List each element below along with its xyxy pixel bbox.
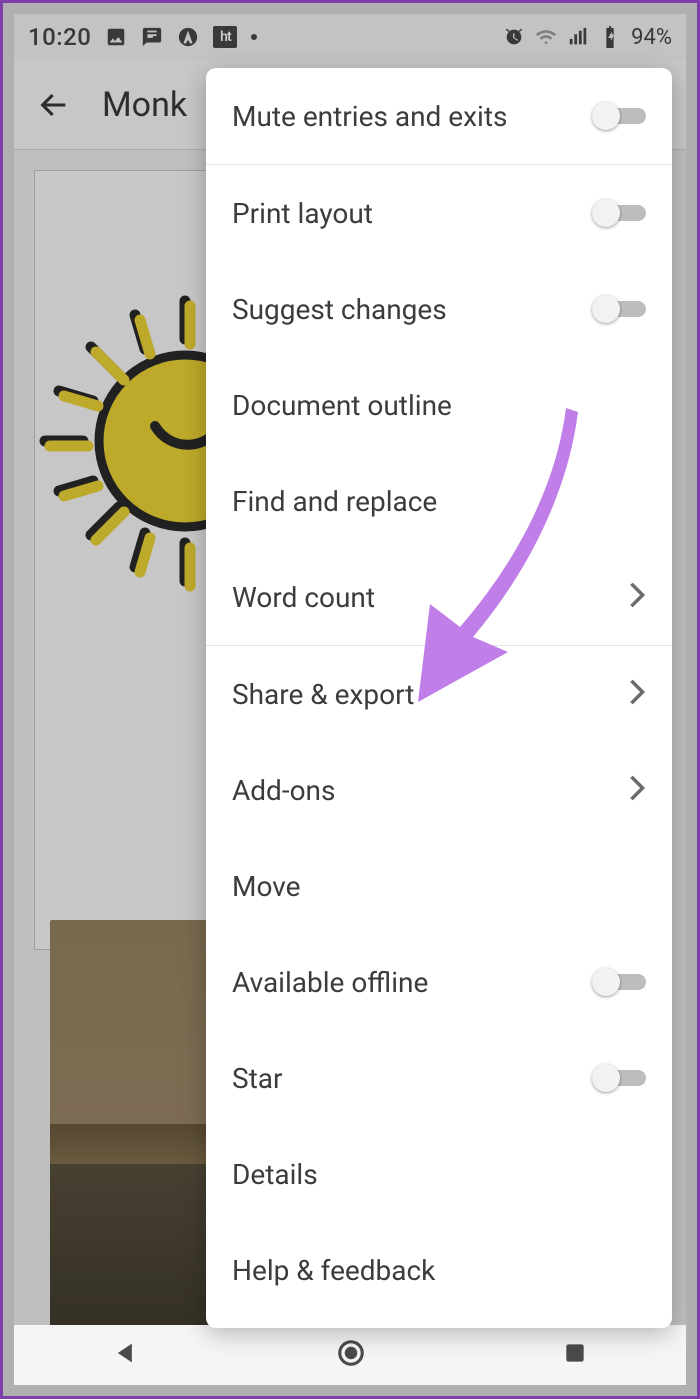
toggle-star[interactable]: [592, 1064, 646, 1092]
chevron-right-icon: [628, 581, 646, 613]
menu-share-export[interactable]: Share & export: [206, 646, 672, 742]
menu-label: Suggest changes: [232, 293, 447, 326]
menu-label: Print layout: [232, 197, 373, 230]
menu-addons[interactable]: Add-ons: [206, 742, 672, 838]
menu-label: Details: [232, 1158, 318, 1191]
menu-suggest-changes[interactable]: Suggest changes: [206, 261, 672, 357]
menu-label: Word count: [232, 581, 375, 614]
wifi-icon: [535, 26, 557, 48]
back-arrow-icon: [37, 88, 71, 122]
menu-label: Star: [232, 1062, 283, 1095]
android-nav-bar: [14, 1325, 686, 1385]
menu-label: Document outline: [232, 389, 452, 422]
menu-label: Move: [232, 870, 300, 903]
menu-details[interactable]: Details: [206, 1126, 672, 1222]
status-bar: 10:20 ht 94%: [14, 14, 686, 60]
message-icon: [141, 26, 163, 48]
menu-print-layout[interactable]: Print layout: [206, 165, 672, 261]
battery-percent: 94%: [631, 25, 672, 50]
menu-label: Available offline: [232, 966, 428, 999]
ht-icon: ht: [213, 26, 237, 48]
chevron-right-icon: [628, 678, 646, 710]
menu-label: Find and replace: [232, 485, 437, 518]
menu-label: Add-ons: [232, 774, 335, 807]
nav-home-button[interactable]: [336, 1338, 366, 1372]
nav-recents-button[interactable]: [562, 1340, 588, 1370]
status-time: 10:20: [28, 23, 91, 51]
toggle-print-layout[interactable]: [592, 199, 646, 227]
more-notifications-dot: [251, 34, 257, 40]
signal-icon: [567, 26, 589, 48]
chevron-right-icon: [628, 774, 646, 806]
toggle-offline[interactable]: [592, 968, 646, 996]
menu-label: Share & export: [232, 678, 414, 711]
menu-available-offline[interactable]: Available offline: [206, 934, 672, 1030]
menu-move[interactable]: Move: [206, 838, 672, 934]
back-button[interactable]: [24, 75, 84, 135]
menu-star[interactable]: Star: [206, 1030, 672, 1126]
document-title[interactable]: Monk: [102, 85, 187, 125]
image-icon: [105, 26, 127, 48]
menu-label: Mute entries and exits: [232, 100, 507, 133]
overflow-menu: Mute entries and exits Print layout Sugg…: [206, 68, 672, 1328]
menu-find-replace[interactable]: Find and replace: [206, 453, 672, 549]
menu-mute-entries[interactable]: Mute entries and exits: [206, 68, 672, 164]
toggle-suggest[interactable]: [592, 295, 646, 323]
toggle-mute[interactable]: [592, 102, 646, 130]
app-a-icon: [177, 26, 199, 48]
nav-back-button[interactable]: [112, 1339, 140, 1371]
battery-icon: [599, 26, 621, 48]
menu-help-feedback[interactable]: Help & feedback: [206, 1222, 672, 1318]
menu-label: Help & feedback: [232, 1254, 435, 1287]
menu-document-outline[interactable]: Document outline: [206, 357, 672, 453]
alarm-icon: [503, 26, 525, 48]
menu-word-count[interactable]: Word count: [206, 549, 672, 645]
